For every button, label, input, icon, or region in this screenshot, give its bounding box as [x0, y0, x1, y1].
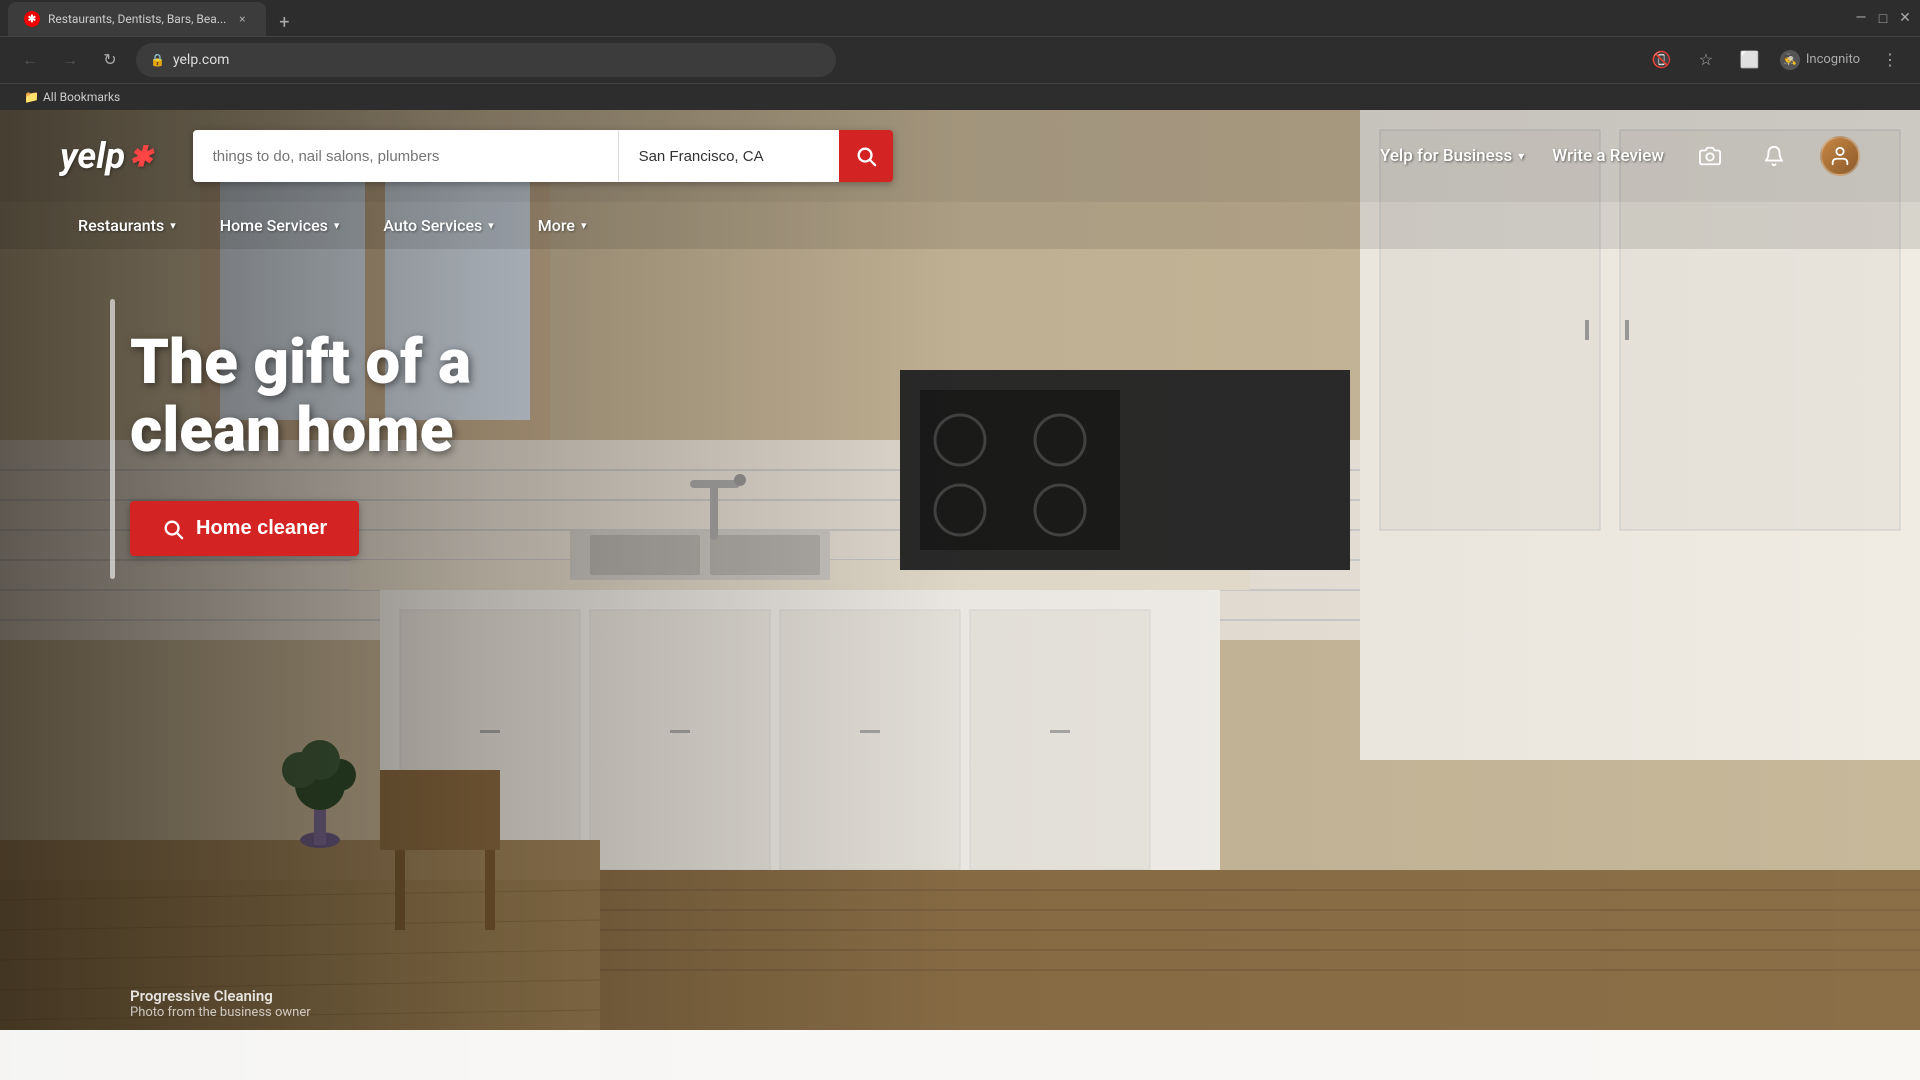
write-review-link[interactable]: Write a Review [1552, 146, 1664, 166]
yelp-for-business-link[interactable]: Yelp for Business ▾ [1380, 146, 1524, 166]
search-button[interactable] [839, 130, 893, 182]
yelp-logo[interactable]: yelp✱ [60, 135, 153, 177]
user-avatar-button[interactable] [1820, 136, 1860, 176]
photo-credit: Progressive Cleaning Photo from the busi… [130, 987, 311, 1020]
nav-restaurants-label: Restaurants [78, 216, 164, 235]
yelp-for-business-chevron-icon: ▾ [1518, 149, 1524, 163]
all-bookmarks-item[interactable]: 📁 All Bookmarks [16, 88, 128, 106]
all-bookmarks-label: All Bookmarks [43, 90, 120, 104]
extensions-icon[interactable]: ⋮ [1876, 46, 1904, 74]
yelp-logo-text: yelp [60, 135, 125, 177]
yelp-for-business-label: Yelp for Business [1380, 146, 1512, 166]
back-button[interactable]: ← [16, 46, 44, 74]
bottom-strip [0, 1030, 1920, 1080]
tab-close-button[interactable]: × [234, 11, 250, 27]
nav-item-auto-services[interactable]: Auto Services ▾ [365, 202, 511, 249]
yelp-logo-burst-icon: ✱ [129, 140, 152, 173]
address-bar[interactable]: 🔒 yelp.com [136, 43, 836, 77]
bookmarks-folder-icon: 📁 [24, 90, 39, 104]
yelp-header: yelp✱ Yelp for Business ▾ Write a Review [0, 110, 1920, 202]
cta-search-icon [162, 518, 184, 540]
browser-toolbar: ← → ↻ 🔒 yelp.com 📵 ☆ ⬜ 🕵 Incognito ⋮ [0, 36, 1920, 83]
notifications-icon-btn[interactable] [1756, 138, 1792, 174]
close-window-button[interactable]: ✕ [1898, 11, 1912, 25]
camera-icon-btn[interactable] [1692, 138, 1728, 174]
maximize-button[interactable]: □ [1876, 11, 1890, 25]
search-where-input[interactable] [619, 130, 839, 182]
nav-restaurants-chevron-icon: ▾ [170, 219, 176, 232]
hero-title: The gift of a clean home [130, 329, 610, 465]
yelp-page: yelp✱ Yelp for Business ▾ Write a Review [0, 110, 1920, 1080]
search-what-input[interactable] [193, 130, 619, 182]
nav-home-services-chevron-icon: ▾ [334, 219, 340, 232]
browser-titlebar: ✱ Restaurants, Dentists, Bars, Bea... × … [0, 0, 1920, 36]
incognito-icon: 🕵 [1780, 50, 1800, 70]
nav-more-label: More [538, 216, 575, 235]
hero-content: The gift of a clean home Home cleaner [0, 249, 1920, 556]
window-controls: — □ ✕ [1854, 11, 1912, 25]
toolbar-right: 📵 ☆ ⬜ 🕵 Incognito ⋮ [1648, 46, 1904, 74]
nav-home-services-label: Home Services [220, 216, 328, 235]
yelp-nav: Restaurants ▾ Home Services ▾ Auto Servi… [0, 202, 1920, 249]
minimize-button[interactable]: — [1854, 11, 1868, 25]
browser-tabs: ✱ Restaurants, Dentists, Bars, Bea... × … [8, 0, 298, 36]
address-text: yelp.com [173, 52, 822, 68]
nav-more-chevron-icon: ▾ [581, 219, 587, 232]
nav-item-home-services[interactable]: Home Services ▾ [202, 202, 358, 249]
reload-button[interactable]: ↻ [96, 46, 124, 74]
tab-title: Restaurants, Dentists, Bars, Bea... [48, 12, 226, 26]
nav-auto-services-label: Auto Services [383, 216, 482, 235]
header-right: Yelp for Business ▾ Write a Review [1380, 136, 1860, 176]
sidebar-icon[interactable]: ⬜ [1736, 46, 1764, 74]
hero-left-bar [110, 299, 115, 579]
bookmark-star-icon[interactable]: ☆ [1692, 46, 1720, 74]
photo-credit-name: Progressive Cleaning [130, 987, 311, 1005]
photo-credit-subtitle: Photo from the business owner [130, 1005, 311, 1020]
browser-chrome: ✱ Restaurants, Dentists, Bars, Bea... × … [0, 0, 1920, 110]
nav-auto-services-chevron-icon: ▾ [488, 219, 494, 232]
forward-button[interactable]: → [56, 46, 84, 74]
browser-tab-active[interactable]: ✱ Restaurants, Dentists, Bars, Bea... × [8, 2, 266, 36]
tab-favicon: ✱ [24, 11, 40, 27]
bookmarks-bar: 📁 All Bookmarks [0, 83, 1920, 110]
nav-item-more[interactable]: More ▾ [520, 202, 605, 249]
nav-item-restaurants[interactable]: Restaurants ▾ [60, 202, 194, 249]
lock-icon: 🔒 [150, 53, 165, 67]
hero-cta-label: Home cleaner [196, 517, 327, 540]
camera-off-icon[interactable]: 📵 [1648, 46, 1676, 74]
search-container [193, 130, 893, 182]
incognito-badge: 🕵 Incognito [1780, 50, 1860, 70]
new-tab-button[interactable]: + [270, 8, 298, 36]
incognito-label: Incognito [1806, 52, 1860, 67]
hero-cta-button[interactable]: Home cleaner [130, 501, 359, 556]
